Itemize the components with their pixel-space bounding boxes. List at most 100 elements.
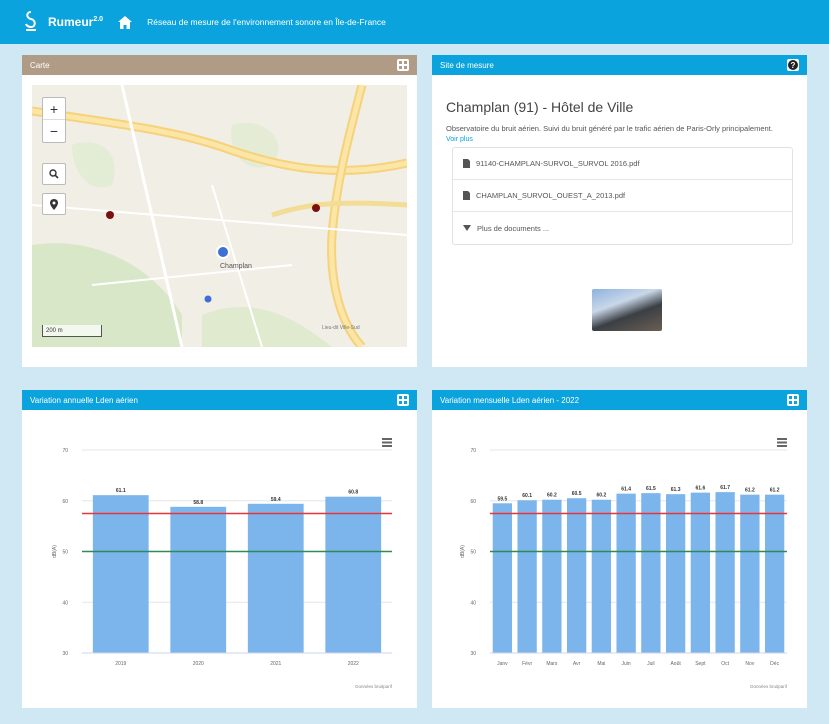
- x-tick-label: 2019: [115, 661, 126, 667]
- y-tick-label: 40: [62, 600, 68, 606]
- x-tick-label: 2021: [270, 661, 281, 667]
- y-tick-label: 60: [62, 499, 68, 505]
- monthly-chart-title: Variation mensuelle Lden aérien - 2022: [440, 395, 580, 405]
- map-canvas[interactable]: Champlan Lieu-dit Ville-Sud + − 200 m: [32, 85, 407, 347]
- document-link[interactable]: 91140-CHAMPLAN-SURVOL_SURVOL 2016.pdf: [453, 148, 792, 180]
- menu-line: [382, 441, 392, 444]
- monthly-chart: 30 40 50 60 70 dB(A) 59.5 Janv 60.1 Févr 60.2 Mars 6…: [460, 438, 788, 689]
- zoom-control: + −: [42, 97, 66, 143]
- chart-menu-icon[interactable]: [777, 438, 787, 447]
- x-tick-label: Juil: [647, 661, 655, 667]
- chart-bar: [591, 499, 612, 653]
- map-search-button[interactable]: [42, 163, 66, 185]
- x-tick-label: Juin: [622, 661, 631, 667]
- bar-data-label: 60.8: [348, 490, 358, 496]
- x-tick-label: Déc: [770, 661, 779, 667]
- map-place-label: Champlan: [220, 263, 252, 270]
- chart-bar: [616, 493, 636, 653]
- chart-bar: [764, 494, 785, 653]
- menu-line: [382, 438, 392, 440]
- file-icon: [463, 191, 470, 200]
- bar-data-label: 59.5: [498, 496, 508, 502]
- map-panel: Carte Champlan Lieu-dit Ville-Sud + − 20…: [22, 55, 417, 367]
- zoom-in-button[interactable]: +: [43, 98, 65, 120]
- map-panel-title: Carte: [30, 60, 50, 70]
- x-tick-label: Août: [670, 661, 681, 667]
- map-location-pin-icon[interactable]: [216, 245, 230, 259]
- bar-data-label: 60.2: [547, 493, 557, 499]
- chart-bar: [247, 503, 304, 653]
- chart-credits[interactable]: Données bruitparif: [750, 684, 788, 689]
- y-tick-label: 40: [470, 600, 476, 606]
- home-icon[interactable]: [117, 14, 133, 30]
- grid-menu-icon[interactable]: [787, 394, 799, 406]
- site-panel-header: Site de mesure ?: [432, 55, 807, 75]
- y-tick-label: 70: [470, 448, 476, 454]
- site-panel-title: Site de mesure: [440, 60, 494, 70]
- search-icon: [49, 169, 59, 179]
- bar-data-label: 61.4: [621, 487, 631, 493]
- map-panel-header: Carte: [22, 55, 417, 75]
- top-bar: Rumeur2.0 Réseau de mesure de l'environn…: [0, 0, 829, 44]
- x-tick-label: Sept: [695, 661, 706, 667]
- y-tick-label: 30: [62, 651, 68, 657]
- x-tick-label: Janv: [497, 661, 508, 667]
- map-locate-button[interactable]: [42, 193, 66, 215]
- chart-bar: [542, 499, 562, 653]
- bar-data-label: 61.6: [696, 486, 706, 492]
- help-icon[interactable]: ?: [787, 59, 799, 71]
- chart-bar: [170, 506, 227, 653]
- see-more-link[interactable]: Voir plus: [446, 136, 793, 143]
- grid-menu-icon[interactable]: [397, 394, 409, 406]
- bar-data-label: 60.1: [522, 493, 532, 499]
- x-tick-label: Nov: [745, 661, 754, 667]
- chart-bar: [740, 494, 760, 653]
- zoom-out-button[interactable]: −: [43, 120, 65, 142]
- menu-line: [777, 445, 787, 447]
- x-tick-label: 2022: [348, 661, 359, 667]
- bar-data-label: 58.8: [193, 500, 203, 506]
- bar-data-label: 61.1: [116, 488, 126, 494]
- bar-data-label: 60.2: [597, 493, 607, 499]
- file-icon: [463, 159, 470, 168]
- document-name: CHAMPLAN_SURVOL_OUEST_A_2013.pdf: [476, 191, 626, 200]
- map-tiles: [32, 85, 407, 347]
- app-brand[interactable]: Rumeur2.0: [48, 15, 103, 29]
- x-tick-label: 2020: [193, 661, 204, 667]
- annual-chart-header: Variation annuelle Lden aérien: [22, 390, 417, 410]
- chart-bar: [492, 503, 513, 653]
- chart-menu-icon[interactable]: [382, 438, 392, 447]
- x-tick-label: Mai: [597, 661, 605, 667]
- bar-data-label: 61.2: [770, 488, 780, 494]
- map-corner-label: Lieu-dit Ville-Sud: [322, 325, 360, 331]
- y-axis-label: dB(A): [460, 545, 466, 558]
- location-marker-icon: [50, 198, 58, 210]
- menu-line: [777, 441, 787, 444]
- app-subtitle: Réseau de mesure de l'environnement sono…: [147, 17, 386, 27]
- chart-bar: [92, 495, 149, 653]
- document-list: 91140-CHAMPLAN-SURVOL_SURVOL 2016.pdf CH…: [452, 147, 793, 245]
- bar-data-label: 60.5: [572, 491, 582, 497]
- y-tick-label: 50: [62, 550, 68, 556]
- bar-data-label: 61.2: [745, 488, 755, 494]
- more-documents-toggle[interactable]: Plus de documents ...: [453, 212, 792, 244]
- bar-data-label: 59.4: [271, 497, 281, 503]
- grid-menu-icon[interactable]: [397, 59, 409, 71]
- map-scale-bar: 200 m: [42, 325, 102, 337]
- chart-credits[interactable]: Données bruitparif: [355, 684, 393, 689]
- bruitparif-logo-icon[interactable]: [22, 9, 40, 35]
- site-name: Champlan (91) - Hôtel de Ville: [446, 99, 634, 115]
- site-photo[interactable]: [592, 289, 662, 331]
- bar-data-label: 61.3: [671, 487, 681, 493]
- annual-chart: 30 40 50 60 70 dB(A) 61.1 2019 58.8 2020 59.4 2021 6…: [52, 438, 393, 689]
- chart-bar: [641, 493, 661, 653]
- bar-data-label: 61.5: [646, 486, 656, 492]
- menu-line: [777, 438, 787, 440]
- document-link[interactable]: CHAMPLAN_SURVOL_OUEST_A_2013.pdf: [453, 180, 792, 212]
- x-tick-label: Févr: [522, 661, 532, 667]
- chart-bar: [715, 492, 735, 653]
- x-tick-label: Oct: [721, 661, 729, 667]
- more-documents-label: Plus de documents ...: [477, 223, 550, 233]
- site-panel: Site de mesure ? Champlan (91) - Hôtel d…: [432, 55, 807, 367]
- chart-bar: [665, 494, 686, 653]
